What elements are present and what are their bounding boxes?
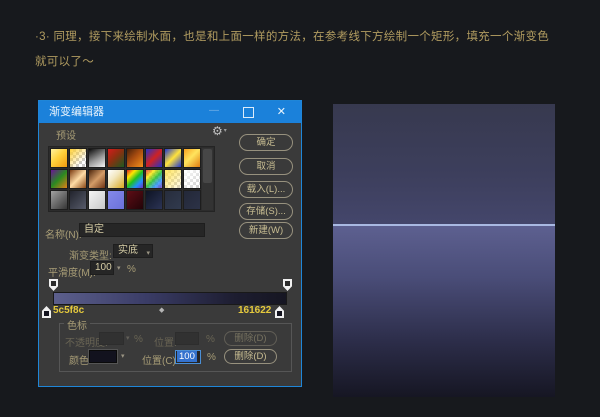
opacity-input — [99, 332, 124, 345]
minimize-icon[interactable]: — — [209, 101, 219, 121]
tutorial-page: ·3· 同理，接下来绘制水面，也是和上面一样的方法，在参考线下方绘制一个矩形，填… — [0, 0, 600, 417]
water-gradient-rectangle — [333, 226, 555, 397]
smoothness-chevron-icon[interactable]: ▾ — [117, 264, 121, 272]
opacity-unit: % — [134, 334, 143, 345]
preset-swatch-dark-blue-gray[interactable] — [183, 190, 201, 210]
color-position-input[interactable]: 100 — [175, 350, 201, 364]
preset-swatch-gray[interactable] — [50, 190, 68, 210]
preset-swatch-black-to-white[interactable] — [88, 148, 106, 168]
gradient-preview-bar[interactable] — [53, 292, 287, 305]
chevron-down-icon: ▾ — [146, 248, 150, 260]
presets-panel — [48, 146, 215, 212]
tutorial-line-1: ·3· 同理，接下来绘制水面，也是和上面一样的方法，在参考线下方绘制一个矩形，填… — [35, 25, 549, 50]
midpoint-diamond-icon[interactable]: ◆ — [159, 306, 164, 314]
gradient-type-dropdown[interactable]: 实底 ▾ — [113, 244, 153, 258]
preset-swatch-copper-highlight[interactable] — [69, 169, 87, 189]
dialog-title: 渐变编辑器 — [49, 101, 104, 123]
name-label: 名称(N): — [45, 226, 82, 241]
opacity-position-unit: % — [206, 334, 215, 345]
preset-swatch-dark-slate[interactable] — [69, 190, 87, 210]
preset-swatch-brown-to-orange[interactable] — [126, 148, 144, 168]
opacity-stop-right[interactable] — [283, 279, 292, 291]
color-position-unit: % — [207, 352, 216, 363]
presets-scrollbar[interactable] — [202, 148, 213, 210]
preset-swatch-white-transparent[interactable] — [183, 169, 201, 189]
preset-swatch-navy[interactable] — [145, 190, 163, 210]
gear-icon[interactable]: ⚙ — [212, 124, 227, 138]
gradient-type-label: 渐变类型: — [69, 247, 112, 262]
color-chevron-icon[interactable]: ▾ — [121, 352, 125, 360]
preset-swatch-orange-gold[interactable] — [183, 148, 201, 168]
dialog-titlebar[interactable]: 渐变编辑器 — ✕ — [39, 101, 301, 123]
save-button[interactable]: 存储(S)... — [239, 203, 293, 220]
color-position-value: 100 — [177, 351, 197, 362]
preset-swatch-charcoal-blue[interactable] — [164, 190, 182, 210]
ok-button[interactable]: 确定 — [239, 134, 293, 151]
delete-opacity-stop-button: 删除(D) — [224, 331, 277, 346]
preset-swatch-violet-green-orange[interactable] — [50, 169, 68, 189]
preset-swatch-copper[interactable] — [88, 169, 106, 189]
preset-swatch-white-gray[interactable] — [88, 190, 106, 210]
preset-swatch-yellow-to-transparent[interactable] — [69, 148, 87, 168]
opacity-chevron-icon: ▾ — [126, 334, 130, 342]
stops-group: 色标 不透明度: ▾ % 位置: % 删除(D) 颜色: ▾ 位置(C): 10… — [59, 323, 292, 372]
new-button[interactable]: 新建(W) — [239, 222, 293, 239]
smoothness-input[interactable]: 100 — [90, 261, 114, 275]
opacity-position-input — [175, 332, 199, 345]
preset-swatch-pale-yellow-transparent[interactable] — [164, 169, 182, 189]
scrollbar-thumb[interactable] — [203, 149, 212, 183]
color-swatch-button[interactable] — [89, 350, 117, 363]
smoothness-label: 平滑度(M): — [48, 264, 96, 279]
left-stop-hex-label: 5c5f8c — [53, 305, 84, 316]
preset-swatch-blue-yellow-blue[interactable] — [164, 148, 182, 168]
gradient-type-value: 实底 — [118, 245, 138, 256]
preset-swatch-spectrum[interactable] — [126, 169, 144, 189]
preset-swatch-blue-red-blue[interactable] — [145, 148, 163, 168]
opacity-stop-left[interactable] — [49, 279, 58, 291]
preset-swatch-maroon[interactable] — [126, 190, 144, 210]
name-input[interactable]: 自定 — [79, 223, 205, 237]
sky-gradient-rectangle — [333, 104, 555, 224]
preset-swatch-transparent-rainbow[interactable] — [145, 169, 163, 189]
canvas-artboard[interactable] — [333, 104, 555, 397]
delete-color-stop-button[interactable]: 删除(D) — [224, 349, 277, 364]
color-stop-left[interactable] — [42, 306, 51, 318]
smoothness-unit: % — [127, 264, 136, 275]
gradient-editor-dialog: 渐变编辑器 — ✕ 预设 ⚙ 确定 取消 载入(L)... 存储(S)... 新… — [38, 100, 302, 387]
preset-swatch-gold[interactable] — [50, 148, 68, 168]
preset-swatch-red-to-green[interactable] — [107, 148, 125, 168]
close-icon[interactable]: ✕ — [277, 101, 286, 123]
tutorial-text: ·3· 同理，接下来绘制水面，也是和上面一样的方法，在参考线下方绘制一个矩形，填… — [35, 25, 549, 75]
load-button[interactable]: 载入(L)... — [239, 181, 293, 198]
preset-swatch-grid — [50, 148, 202, 211]
color-position-label: 位置(C): — [142, 352, 179, 367]
stops-legend: 色标 — [64, 317, 90, 332]
opacity-position-label: 位置: — [154, 334, 177, 349]
preset-swatch-gold-white[interactable] — [107, 169, 125, 189]
cancel-button[interactable]: 取消 — [239, 158, 293, 175]
presets-label: 预设 — [56, 127, 76, 142]
tutorial-line-2: 就可以了～ — [35, 50, 549, 75]
right-stop-hex-label: 161622 — [238, 305, 271, 316]
preset-swatch-periwinkle[interactable] — [107, 190, 125, 210]
maximize-icon[interactable] — [243, 107, 254, 118]
color-stop-right[interactable] — [275, 306, 284, 318]
